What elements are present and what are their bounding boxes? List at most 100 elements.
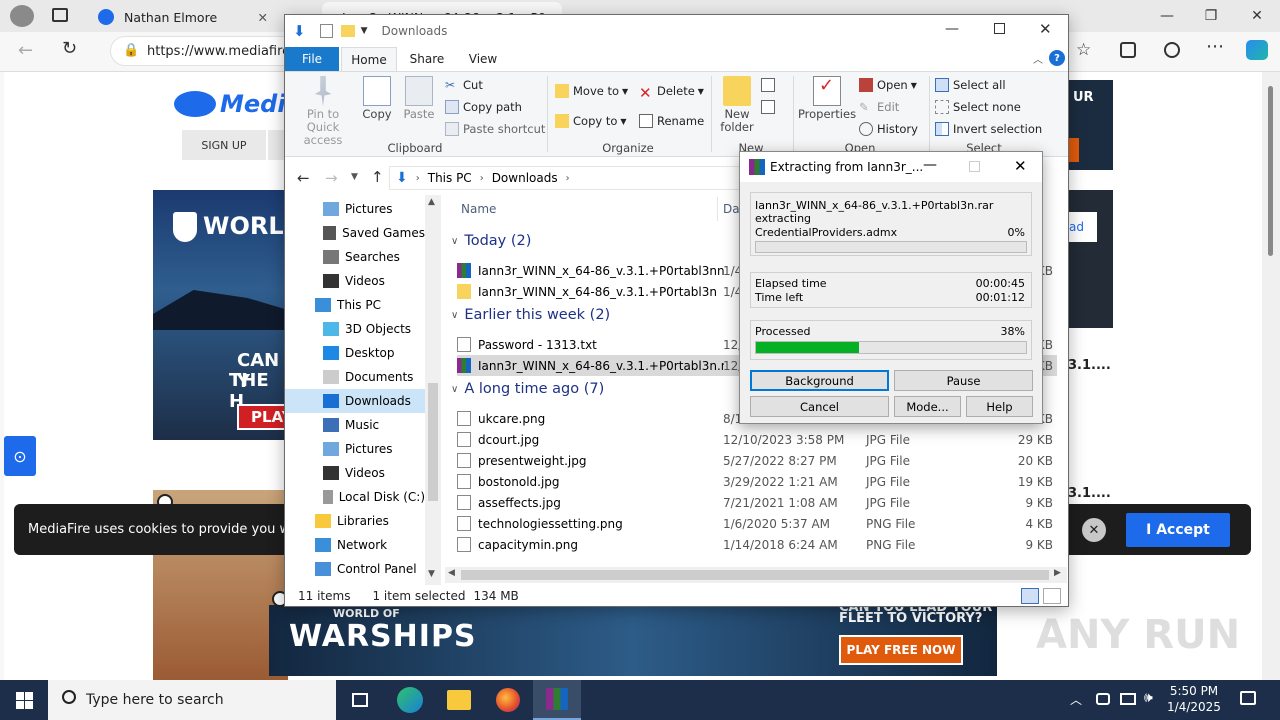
- file-explorer-taskbar-button[interactable]: [435, 680, 483, 720]
- more-icon[interactable]: ⋯: [1206, 36, 1224, 57]
- horizontal-scrollbar[interactable]: ◀ ▶: [445, 567, 1067, 583]
- nav-item-videos[interactable]: Videos: [285, 461, 425, 485]
- quick-access-down-icon[interactable]: ⬇: [293, 22, 306, 40]
- close-tab-icon[interactable]: ✕: [258, 10, 268, 25]
- explorer-minimize-button[interactable]: —: [945, 21, 959, 37]
- help-button[interactable]: Help: [966, 396, 1033, 417]
- browser-restore-button[interactable]: ❐: [1188, 0, 1234, 32]
- select-none-button[interactable]: Select none: [935, 100, 1021, 114]
- nav-item-music[interactable]: Music: [285, 413, 425, 437]
- browser-minimize-button[interactable]: —: [1144, 0, 1190, 32]
- winrar-close-button[interactable]: ✕: [1014, 157, 1027, 175]
- collapse-ribbon-icon[interactable]: ︿: [1033, 51, 1043, 66]
- edit-button[interactable]: ✎ Edit: [859, 100, 899, 114]
- tab-file[interactable]: File: [285, 47, 339, 71]
- ad-right-cta[interactable]: [1069, 138, 1079, 162]
- banner-cta-button[interactable]: PLAY FREE NOW: [839, 635, 963, 665]
- notifications-icon[interactable]: [1240, 691, 1256, 705]
- file-row[interactable]: presentweight.jpg 5/27/2022 8:27 PM JPG Fi…: [457, 450, 1057, 471]
- forward-icon[interactable]: →: [325, 169, 338, 187]
- favorites-icon[interactable]: ☆: [1076, 40, 1091, 60]
- explorer-close-button[interactable]: ✕: [1039, 20, 1052, 38]
- page-scrollbar-thumb[interactable]: [1268, 86, 1273, 256]
- qat-dropdown-icon[interactable]: ▼: [361, 26, 368, 36]
- nav-item-downloads[interactable]: Downloads: [285, 389, 425, 413]
- volume-icon[interactable]: 🕪: [1144, 690, 1153, 706]
- related-file-1[interactable]: 3.1....: [1068, 358, 1111, 373]
- open-button[interactable]: Open ▼: [859, 78, 917, 92]
- up-icon[interactable]: ↑: [371, 168, 384, 186]
- nav-item-desktop[interactable]: Desktop: [285, 341, 425, 365]
- cut-button[interactable]: ✂ Cut: [445, 78, 483, 92]
- nav-item-pictures[interactable]: Pictures: [285, 437, 425, 461]
- nav-item-local-disk-c[interactable]: Local Disk (C:): [285, 485, 425, 509]
- crumb-downloads[interactable]: Downloads: [492, 171, 558, 185]
- file-row[interactable]: capacitymin.png 1/14/2018 6:24 AM PNG File…: [457, 534, 1057, 555]
- group-header[interactable]: ∨ A long time ago (7): [451, 381, 604, 397]
- paste-shortcut-button[interactable]: Paste shortcut: [445, 122, 545, 136]
- start-button[interactable]: [0, 680, 48, 720]
- nav-item-this-pc[interactable]: This PC: [285, 293, 425, 317]
- nav-item-libraries[interactable]: Libraries: [285, 509, 425, 533]
- file-row[interactable]: technologiessetting.png 1/6/2020 5:37 AM P…: [457, 513, 1057, 534]
- nav-item-control-panel[interactable]: Control Panel: [285, 557, 425, 581]
- collections-icon[interactable]: [1120, 42, 1136, 58]
- accept-cookies-button[interactable]: I Accept: [1126, 513, 1230, 547]
- nav-item-network[interactable]: Network: [285, 533, 425, 557]
- nav-item-saved-games[interactable]: Saved Games: [285, 221, 425, 245]
- nav-item-documents[interactable]: Documents: [285, 365, 425, 389]
- firefox-taskbar-button[interactable]: [484, 680, 532, 720]
- clock[interactable]: 5:50 PM 1/4/2025: [1166, 683, 1222, 715]
- tab-home[interactable]: Home: [341, 47, 397, 71]
- history-button[interactable]: History: [859, 122, 918, 136]
- tab-actions-icon[interactable]: [52, 8, 68, 22]
- mediafire-logo[interactable]: Media: [174, 90, 302, 118]
- page-scrollbar[interactable]: [1262, 72, 1280, 680]
- up-arrow-icon[interactable]: ▲: [428, 197, 435, 207]
- task-view-button[interactable]: [336, 680, 384, 720]
- down-arrow-icon[interactable]: ▼: [428, 569, 435, 579]
- tab-view[interactable]: View: [457, 47, 509, 71]
- pin-quick-access-button[interactable]: Pin to Quick access: [291, 76, 355, 147]
- tab-nathan-elmore[interactable]: Nathan Elmore ✕: [88, 2, 278, 32]
- nav-item-searches[interactable]: Searches: [285, 245, 425, 269]
- accessibility-icon[interactable]: ⊙: [4, 436, 36, 476]
- copy-to-button[interactable]: Copy to ▼: [555, 114, 627, 128]
- back-icon[interactable]: ←: [18, 40, 33, 61]
- pause-button[interactable]: Pause: [894, 370, 1033, 391]
- nav-item-videos[interactable]: Videos: [285, 269, 425, 293]
- horizontal-scroll-thumb[interactable]: [461, 570, 1049, 580]
- column-header-name[interactable]: Name: [461, 202, 496, 216]
- right-arrow-icon[interactable]: ▶: [1054, 568, 1061, 578]
- download-button-stub[interactable]: ad: [1069, 212, 1097, 242]
- file-row[interactable]: bostonold.jpg 3/29/2022 1:21 AM JPG File 19…: [457, 471, 1057, 492]
- right-game-ad[interactable]: UR: [1069, 80, 1113, 170]
- browser-close-button[interactable]: ✕: [1234, 0, 1280, 32]
- properties-qat-icon[interactable]: [319, 24, 333, 38]
- help-icon[interactable]: ?: [1049, 50, 1065, 66]
- details-view-icon[interactable]: [1021, 588, 1039, 604]
- signup-button[interactable]: SIGN UP: [182, 130, 266, 160]
- background-button[interactable]: Background: [750, 370, 889, 391]
- taskbar-search-box[interactable]: Type here to search: [48, 680, 336, 720]
- file-row[interactable]: dcourt.jpg 12/10/2023 3:58 PM JPG File 29 K…: [457, 429, 1057, 450]
- easy-access-button[interactable]: [761, 100, 779, 114]
- tab-share[interactable]: Share: [401, 47, 453, 71]
- new-folder-button[interactable]: New folder: [715, 76, 759, 134]
- rename-button[interactable]: Rename: [639, 114, 704, 128]
- network-icon[interactable]: [1120, 693, 1136, 705]
- group-header[interactable]: ∨ Earlier this week (2): [451, 307, 610, 323]
- recent-locations-icon[interactable]: ▼: [351, 172, 358, 182]
- select-all-button[interactable]: Select all: [935, 78, 1006, 92]
- profile-avatar[interactable]: [10, 5, 34, 27]
- related-file-2[interactable]: 3.1....: [1068, 486, 1111, 501]
- copilot-icon[interactable]: [1246, 40, 1268, 60]
- back-icon[interactable]: ←: [297, 169, 310, 187]
- left-arrow-icon[interactable]: ◀: [448, 568, 455, 578]
- new-item-button[interactable]: [761, 78, 779, 92]
- large-icons-view-icon[interactable]: [1043, 588, 1061, 604]
- breadcrumb[interactable]: ⬇ › This PC › Downloads ›: [389, 166, 739, 190]
- cancel-button[interactable]: Cancel: [750, 396, 889, 417]
- navigation-pane-scrollbar[interactable]: ▲ ▼: [425, 195, 441, 585]
- nav-item-3d-objects[interactable]: 3D Objects: [285, 317, 425, 341]
